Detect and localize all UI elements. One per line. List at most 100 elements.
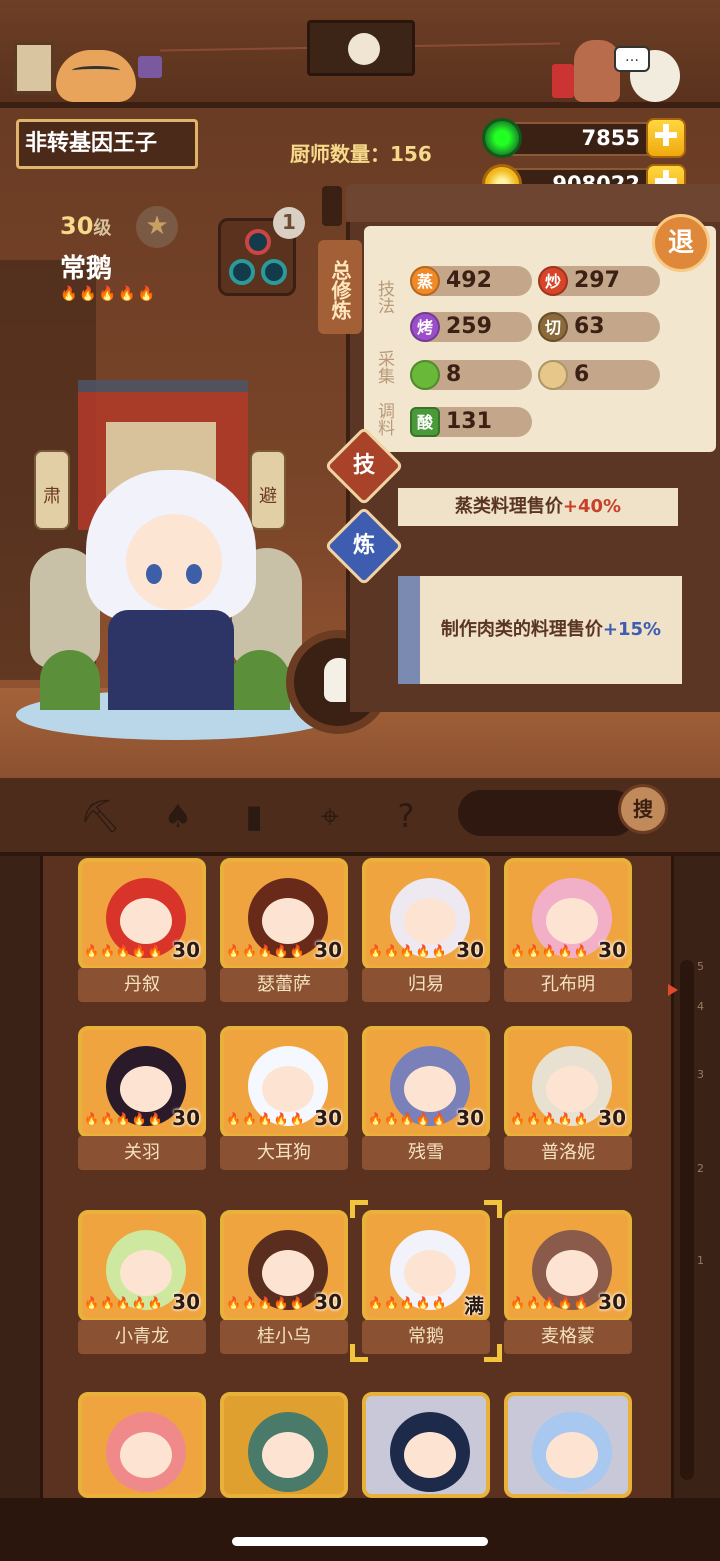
shovel-icon[interactable]: ⛏	[80, 796, 121, 836]
chef-card-level: 30	[598, 938, 626, 962]
flame-rating-icon: 🔥🔥🔥🔥🔥	[84, 1112, 164, 1126]
steam-icon: 蒸	[410, 266, 440, 296]
skill-text: 蒸类料理售价	[454, 496, 563, 517]
scroll-mark: 3	[697, 1068, 704, 1081]
chef-card[interactable]: 🔥🔥🔥🔥🔥 30 丹叙	[78, 858, 206, 1006]
chef-card-level: 30	[314, 1290, 342, 1314]
chef-card[interactable]	[362, 1392, 490, 1498]
star-icon[interactable]: ★	[136, 206, 178, 248]
refine-banner: 制作肉类的料理售价+15%	[398, 576, 682, 684]
chef-card-name: 普洛妮	[504, 1136, 632, 1170]
flame-rating-icon: 🔥🔥🔥🔥🔥	[226, 1296, 306, 1310]
tab-total-cultivation[interactable]: 总修炼	[318, 240, 362, 334]
scroll-mark: 5	[697, 960, 704, 973]
chef-card-level: 30	[456, 1106, 484, 1130]
chef-card-level: 30	[172, 1290, 200, 1314]
chef-face-icon	[262, 1432, 314, 1478]
chef-card-name: 常鹅	[362, 1320, 490, 1354]
goggle-lens-icon	[261, 259, 287, 285]
steamed-bun-icon	[538, 360, 568, 390]
cut-icon: 切	[538, 312, 568, 342]
selection-corner-icon	[350, 1344, 368, 1362]
chef-card[interactable]: 🔥🔥🔥🔥🔥 30 麦格蒙	[504, 1210, 632, 1358]
chef-face-icon	[262, 1250, 314, 1296]
spade-icon[interactable]: ♠	[158, 796, 198, 836]
chef-card-name: 瑟蕾萨	[220, 968, 348, 1002]
chef-card-level: 30	[598, 1106, 626, 1130]
npc-chef-icon[interactable]	[574, 40, 620, 102]
chef-card-name: 大耳狗	[220, 1136, 348, 1170]
chef-card[interactable]: 🔥🔥🔥🔥🔥 30 关羽	[78, 1026, 206, 1174]
cabbage-icon	[410, 360, 440, 390]
speech-bubble-icon[interactable]: …	[614, 46, 650, 72]
chef-card[interactable]	[220, 1392, 348, 1498]
fry-icon: 炒	[538, 266, 568, 296]
chef-card-name: 残雪	[362, 1136, 490, 1170]
hanging-sign[interactable]	[307, 20, 415, 76]
goggles-button[interactable]: 1	[218, 207, 305, 296]
roast-icon: 烤	[410, 312, 440, 342]
flame-rating-icon: 🔥🔥🔥🔥🔥	[368, 1296, 448, 1310]
search-input[interactable]	[458, 790, 636, 836]
chef-face-icon	[404, 1432, 456, 1478]
refine-tag: 炼	[352, 533, 375, 558]
sleeping-cat-icon[interactable]	[56, 50, 136, 102]
chef-face-icon	[120, 1250, 172, 1296]
chef-card-level: 30	[314, 1106, 342, 1130]
chef-card-level: 30	[314, 938, 342, 962]
chef-card[interactable]: 🔥🔥🔥🔥🔥 30 归易	[362, 858, 490, 1006]
chef-level: 30级	[60, 212, 111, 240]
chef-card[interactable]: 🔥🔥🔥🔥🔥 30 残雪	[362, 1026, 490, 1174]
skill-bonus: +40%	[562, 496, 622, 517]
chef-card[interactable]: 🔥🔥🔥🔥🔥 30 普洛妮	[504, 1026, 632, 1174]
flame-rating-icon: 🔥🔥🔥🔥🔥	[226, 944, 306, 958]
jar-icon[interactable]: ▮	[234, 796, 274, 836]
lantern-icon: 肃	[34, 450, 70, 530]
level-scrollbar[interactable]	[680, 960, 694, 1480]
scroll-mark: 1	[697, 1254, 704, 1267]
red-box-icon	[552, 64, 574, 98]
chef-face-icon	[404, 1066, 456, 1112]
chef-card[interactable]: 🔥🔥🔥🔥🔥 30 大耳狗	[220, 1026, 348, 1174]
chef-face-icon	[546, 1432, 598, 1478]
chef-card[interactable]	[78, 1392, 206, 1498]
stat-vegetable-value: 8	[446, 362, 462, 387]
chef-card-level: 30	[172, 938, 200, 962]
chef-portrait[interactable]	[86, 470, 256, 710]
stat-steam-value: 492	[446, 268, 492, 293]
search-button[interactable]: 搜	[618, 784, 668, 834]
home-indicator[interactable]	[232, 1537, 488, 1546]
chef-face-icon	[262, 898, 314, 944]
panel-post	[322, 186, 342, 226]
exit-button[interactable]: 退	[652, 214, 710, 272]
chef-card-name: 丹叙	[78, 968, 206, 1002]
chef-card[interactable]: 🔥🔥🔥🔥🔥 30 瑟蕾萨	[220, 858, 348, 1006]
add-jade-button[interactable]: ✚	[646, 118, 686, 158]
chef-card[interactable]: 🔥🔥🔥🔥🔥 满常鹅	[350, 1200, 502, 1362]
chef-card-portrait	[504, 1392, 632, 1498]
chef-card[interactable]	[504, 1392, 632, 1498]
refine-text: 制作肉类的料理售价	[440, 619, 603, 640]
selection-corner-icon	[350, 1200, 368, 1218]
chef-card-level: 30	[172, 1106, 200, 1130]
chef-count: 厨师数量：156	[290, 142, 432, 166]
chef-card-level: 满	[464, 1294, 484, 1318]
toy-block-icon	[138, 56, 162, 78]
chef-card-name: 小青龙	[78, 1320, 206, 1354]
player-name-title[interactable]: 非转基因王子	[16, 119, 198, 169]
chef-name: 常鹅	[60, 254, 113, 284]
category-technique: 技法	[374, 280, 394, 314]
chef-card-level: 30	[598, 1290, 626, 1314]
raccoon-face-icon	[348, 33, 380, 65]
bottom-bar	[0, 1498, 720, 1561]
help-box-icon[interactable]: ?	[386, 796, 426, 836]
chef-card-name: 桂小乌	[220, 1320, 348, 1354]
stat-sour-value: 131	[446, 409, 492, 434]
goggles-badge: 1	[273, 207, 305, 239]
chef-card[interactable]: 🔥🔥🔥🔥🔥 30 桂小乌	[220, 1210, 348, 1358]
location-pin-icon[interactable]: ⌖	[310, 796, 350, 836]
scroll-pointer-icon[interactable]	[668, 984, 678, 996]
chef-card-portrait	[362, 1392, 490, 1498]
chef-card[interactable]: 🔥🔥🔥🔥🔥 30 小青龙	[78, 1210, 206, 1358]
chef-card[interactable]: 🔥🔥🔥🔥🔥 30 孔布明	[504, 858, 632, 1006]
